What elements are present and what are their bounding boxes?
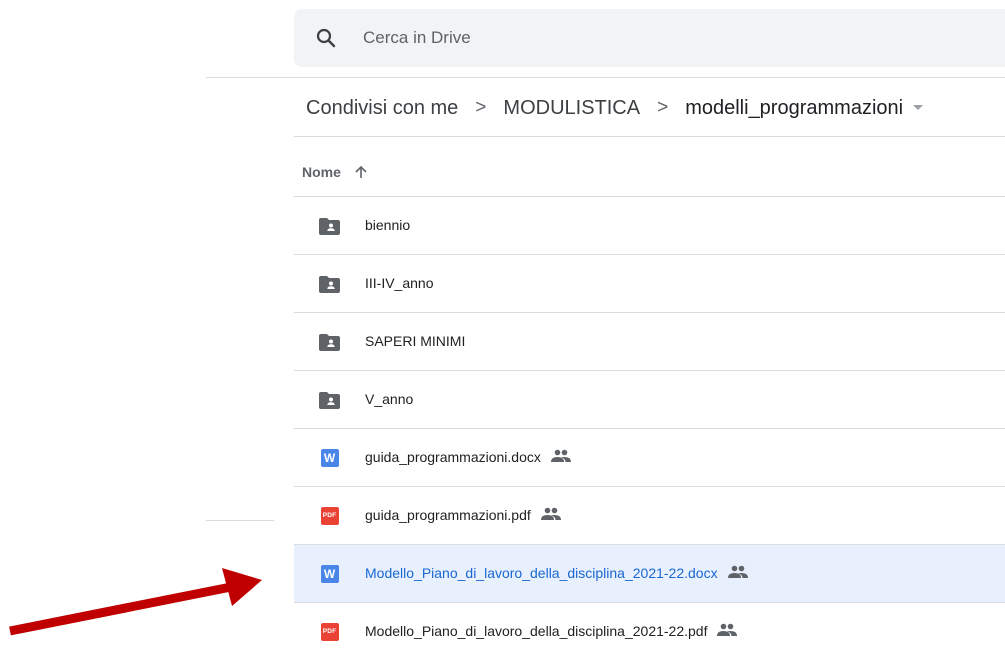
file-name[interactable]: guida_programmazioni.pdf [365,507,531,523]
list-item[interactable]: biennio [294,196,1005,254]
search-icon[interactable] [314,26,338,50]
list-item[interactable]: W guida_programmazioni.docx [294,428,1005,486]
shared-folder-icon [319,217,340,235]
column-header-name[interactable]: Nome [302,160,369,184]
breadcrumb-item-shared-with-me[interactable]: Condivisi con me [306,94,458,122]
top-divider [206,77,1005,78]
pdf-icon: PDF [319,507,340,525]
left-divider [206,520,274,521]
red-arrow-annotation [9,568,262,636]
drive-page: Cerca in Drive Condivisi con me > MODULI… [0,0,1005,658]
file-name[interactable]: III-IV_anno [365,255,434,312]
word-badge: W [320,449,339,467]
list-item[interactable]: SAPERI MINIMI [294,312,1005,370]
shared-folder-icon [319,275,340,293]
file-name-cell[interactable]: Modello_Piano_di_lavoro_della_disciplina… [365,545,748,602]
breadcrumb: Condivisi con me > MODULISTICA > modelli… [306,94,924,122]
file-name[interactable]: SAPERI MINIMI [365,313,465,370]
shared-people-icon [540,507,561,521]
shared-people-icon [717,623,738,637]
file-name[interactable]: Modello_Piano_di_lavoro_della_disciplina… [365,565,718,581]
file-name-cell[interactable]: Modello_Piano_di_lavoro_della_disciplina… [365,603,738,658]
search-bar[interactable]: Cerca in Drive [294,9,1005,67]
file-list: biennio III-IV_anno SAPERI MINIMI V_anno… [294,196,1005,658]
chevron-down-icon[interactable] [913,94,924,122]
pdf-icon: PDF [319,623,340,641]
word-badge: W [320,565,339,583]
file-name[interactable]: V_anno [365,371,413,428]
search-input[interactable]: Cerca in Drive [363,27,471,49]
word-doc-icon: W [319,565,340,583]
breadcrumb-item-modulistica[interactable]: MODULISTICA [503,94,640,122]
breadcrumb-item-current-folder[interactable]: modelli_programmazioni [685,94,903,122]
shared-people-icon [550,449,571,463]
shared-folder-icon [319,333,340,351]
file-name[interactable]: Modello_Piano_di_lavoro_della_disciplina… [365,623,707,639]
pdf-badge: PDF [320,623,339,641]
column-header-label[interactable]: Nome [302,164,341,180]
list-item[interactable]: III-IV_anno [294,254,1005,312]
shared-folder-icon [319,391,340,409]
header-divider [294,136,1005,137]
file-name-cell[interactable]: guida_programmazioni.docx [365,429,571,486]
file-name[interactable]: guida_programmazioni.docx [365,449,541,465]
list-item[interactable]: V_anno [294,370,1005,428]
list-item[interactable]: PDF Modello_Piano_di_lavoro_della_discip… [294,602,1005,658]
breadcrumb-separator: > [657,97,669,118]
breadcrumb-separator: > [475,97,487,118]
list-item-selected[interactable]: W Modello_Piano_di_lavoro_della_discipli… [294,544,1005,602]
pdf-badge: PDF [320,507,339,525]
arrow-up-icon[interactable] [353,164,369,180]
word-doc-icon: W [319,449,340,467]
list-item[interactable]: PDF guida_programmazioni.pdf [294,486,1005,544]
shared-people-icon [727,565,748,579]
file-name[interactable]: biennio [365,197,410,254]
file-name-cell[interactable]: guida_programmazioni.pdf [365,487,561,544]
